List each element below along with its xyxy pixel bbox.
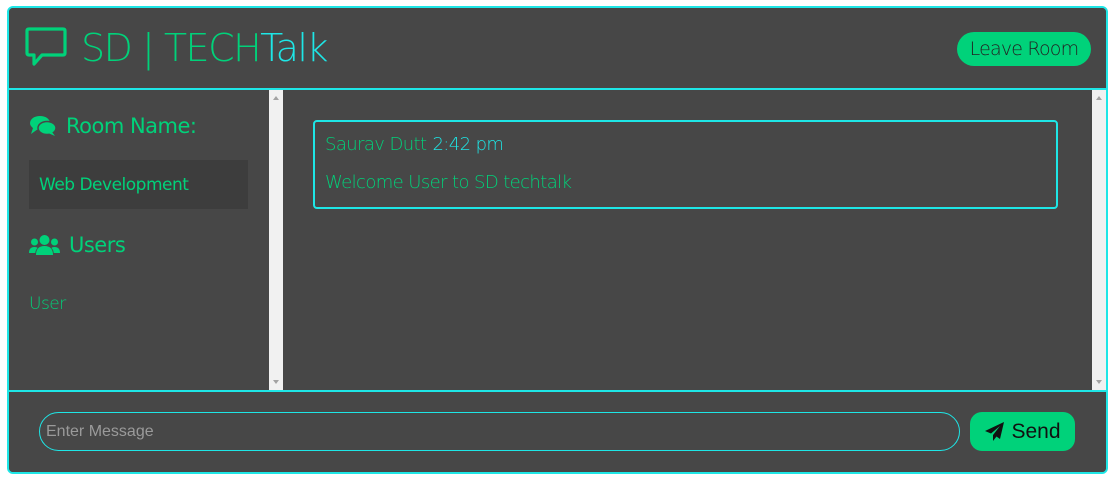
users-label: Users xyxy=(69,233,126,257)
scroll-up-arrow[interactable] xyxy=(1096,96,1102,100)
send-label: Send xyxy=(1011,419,1061,443)
app-title: SD | TECHTalk xyxy=(81,25,328,71)
chat-composer: Send xyxy=(9,390,1106,472)
chat-message: Saurav Dutt 2:42 pm Welcome User to SD te… xyxy=(313,120,1058,209)
message-meta: Saurav Dutt 2:42 pm xyxy=(325,134,504,155)
room-name-label: Room Name: xyxy=(66,114,197,138)
room-name-heading: Room Name: xyxy=(29,114,197,138)
message-time: 2:42 pm xyxy=(432,134,504,155)
scroll-up-arrow[interactable] xyxy=(273,96,279,100)
leave-room-button[interactable]: Leave Room xyxy=(957,32,1091,66)
chat-scrollbar[interactable] xyxy=(1092,90,1106,390)
app-logo: SD | TECHTalk xyxy=(25,25,328,71)
users-icon xyxy=(29,235,60,255)
scroll-down-arrow[interactable] xyxy=(1096,380,1102,384)
paper-plane-icon xyxy=(985,422,1005,441)
scroll-down-arrow[interactable] xyxy=(273,380,279,384)
sidebar-scrollbar[interactable] xyxy=(269,90,283,390)
message-text: Welcome User to SD techtalk xyxy=(325,172,572,193)
comments-icon xyxy=(30,116,57,136)
users-heading: Users xyxy=(29,233,126,257)
app-header: SD | TECHTalk Leave Room xyxy=(9,8,1106,90)
app-title-accent: Talk xyxy=(260,26,328,70)
chat-messages: Saurav Dutt 2:42 pm Welcome User to SD te… xyxy=(283,90,1092,390)
message-author: Saurav Dutt xyxy=(325,134,427,155)
chat-bubble-icon xyxy=(25,27,67,66)
chat-window: SD | TECHTalk Leave Room Room Name: Web … xyxy=(7,6,1108,474)
app-title-main: SD | TECH xyxy=(81,26,262,70)
sidebar: Room Name: Web Development Users User xyxy=(9,90,269,390)
user-list-item[interactable]: User xyxy=(29,294,66,314)
message-input[interactable] xyxy=(39,412,960,451)
send-button[interactable]: Send xyxy=(970,412,1075,451)
room-name-value: Web Development xyxy=(29,160,248,209)
